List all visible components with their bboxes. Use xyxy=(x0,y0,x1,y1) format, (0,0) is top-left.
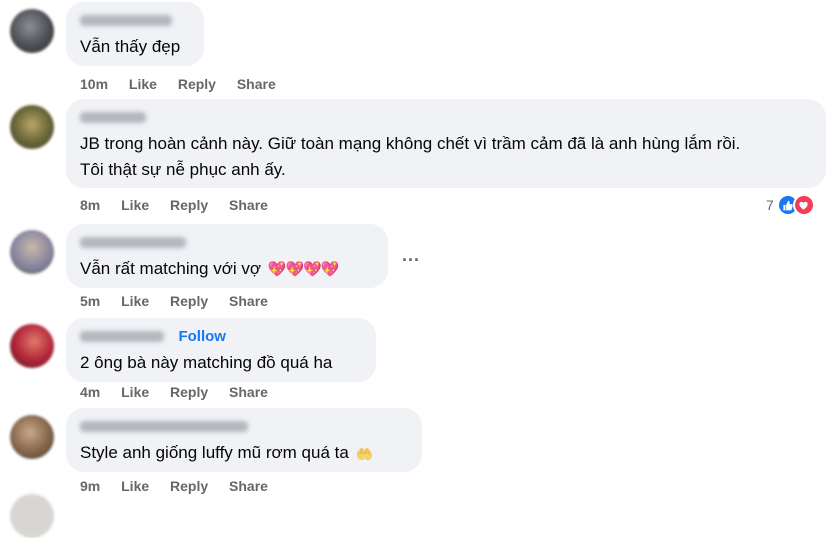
avatar[interactable] xyxy=(10,324,54,368)
like-button[interactable]: Like xyxy=(121,384,149,400)
reply-button[interactable]: Reply xyxy=(170,197,208,213)
reaction-count: 7 xyxy=(766,197,774,213)
comment-text: Style anh giống luffy mũ rơm quá ta xyxy=(80,443,349,462)
love-icon xyxy=(792,194,815,216)
reply-button[interactable]: Reply xyxy=(170,384,208,400)
like-button[interactable]: Like xyxy=(121,293,149,309)
comment-author[interactable] xyxy=(80,234,374,250)
share-button[interactable]: Share xyxy=(237,76,276,92)
comment-time[interactable]: 9m xyxy=(80,478,100,494)
comment-author[interactable]: Follow xyxy=(80,328,362,345)
like-button[interactable]: Like xyxy=(121,197,149,213)
share-button[interactable]: Share xyxy=(229,478,268,494)
comment-bubble: JB trong hoàn cảnh này. Giữ toàn mạng kh… xyxy=(66,99,826,188)
comment-author[interactable] xyxy=(80,12,190,28)
comment-actions: 8m Like Reply Share xyxy=(80,197,285,213)
comment-actions: 4m Like Reply Share xyxy=(80,384,285,400)
comment-time[interactable]: 10m xyxy=(80,76,108,92)
comment-text-line-1: JB trong hoàn cảnh này. Giữ toàn mạng kh… xyxy=(80,134,741,153)
comment-actions: 9m Like Reply Share xyxy=(80,478,285,494)
comment-bubble: Vẫn thấy đẹp xyxy=(66,2,204,66)
reaction-summary[interactable]: 7 xyxy=(766,194,815,216)
comment-text: Vẫn thấy đẹp xyxy=(80,37,181,56)
comment-text: 2 ông bà này matching đồ quá ha xyxy=(80,353,333,372)
heart-emoji-icon: 💖💖💖💖 xyxy=(267,260,340,278)
follow-button[interactable]: Follow xyxy=(178,328,226,345)
share-button[interactable]: Share xyxy=(229,293,268,309)
avatar[interactable] xyxy=(10,105,54,149)
avatar[interactable] xyxy=(10,415,54,459)
reply-button[interactable]: Reply xyxy=(170,478,208,494)
reply-button[interactable]: Reply xyxy=(170,293,208,309)
avatar[interactable] xyxy=(10,230,54,274)
share-button[interactable]: Share xyxy=(229,197,268,213)
comment-bubble: Style anh giống luffy mũ rơm quá ta 🤲 xyxy=(66,408,422,472)
comment-actions: 10m Like Reply Share xyxy=(80,76,293,92)
like-button[interactable]: Like xyxy=(121,478,149,494)
avatar[interactable] xyxy=(10,494,54,538)
comment-time[interactable]: 4m xyxy=(80,384,100,400)
more-options-icon[interactable]: ... xyxy=(402,245,420,266)
comment-time[interactable]: 8m xyxy=(80,197,100,213)
comment-text: Vẫn rất matching với vợ xyxy=(80,259,262,278)
share-button[interactable]: Share xyxy=(229,384,268,400)
comment-bubble: Vẫn rất matching với vợ 💖💖💖💖 xyxy=(66,224,388,288)
avatar[interactable] xyxy=(10,9,54,53)
comment-actions: 5m Like Reply Share xyxy=(80,293,285,309)
comment-bubble: Follow 2 ông bà này matching đồ quá ha xyxy=(66,318,376,382)
like-button[interactable]: Like xyxy=(129,76,157,92)
comment-author[interactable] xyxy=(80,418,408,434)
comment-text-line-2: Tôi thật sự nễ phục anh ấy. xyxy=(80,160,286,179)
comment-author[interactable] xyxy=(80,109,812,125)
palms-up-emoji-icon: 🤲 xyxy=(355,445,373,462)
reply-button[interactable]: Reply xyxy=(178,76,216,92)
comment-time[interactable]: 5m xyxy=(80,293,100,309)
